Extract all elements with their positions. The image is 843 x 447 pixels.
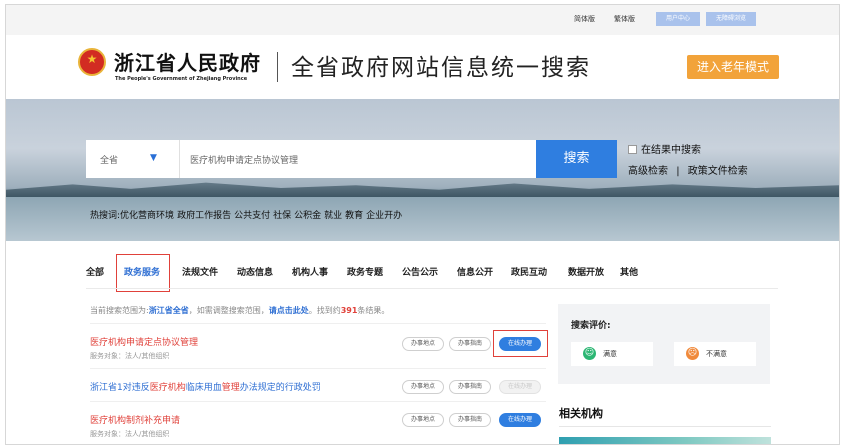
tab-interaction[interactable]: 政民互动 bbox=[511, 265, 547, 278]
hot-term[interactable]: 公积金 bbox=[294, 211, 321, 221]
in-result-checkbox[interactable] bbox=[628, 145, 637, 154]
related-institutions-title: 相关机构 bbox=[559, 407, 603, 420]
result-title-text: 浙江省1对违反 bbox=[90, 383, 150, 393]
banner-hills bbox=[6, 182, 839, 197]
found-prefix: 。找到约 bbox=[308, 306, 341, 315]
row-divider bbox=[90, 368, 546, 369]
traditional-link[interactable]: 繁体版 bbox=[614, 14, 635, 24]
header-divider bbox=[277, 52, 278, 82]
related-divider bbox=[559, 426, 771, 427]
tab-gov-services[interactable]: 政务服务 bbox=[124, 265, 160, 278]
top-utility-bar: 简体版 繁体版 用户中心 无障碍浏览 bbox=[6, 5, 839, 35]
hot-term[interactable]: 优化营商环境 bbox=[120, 211, 174, 221]
hot-label: 热搜词: bbox=[90, 211, 121, 221]
tab-personnel[interactable]: 机构人事 bbox=[292, 265, 328, 278]
result-count: 391 bbox=[340, 306, 358, 315]
result-title-text: 办法规定的行政处罚 bbox=[239, 383, 321, 393]
scope-select[interactable]: 全省 ▼ bbox=[86, 140, 180, 178]
site-header: ★ 浙江省人民政府 The People's Government of Zhe… bbox=[6, 35, 839, 103]
evaluation-title: 搜索评价: bbox=[571, 321, 611, 331]
advanced-links: 高级检索 | 政策文件检索 bbox=[628, 162, 748, 177]
change-scope-link[interactable]: 请点击此处 bbox=[269, 306, 309, 315]
online-service-button[interactable]: 在线办理 bbox=[499, 413, 541, 427]
page-title: 全省政府网站信息统一搜索 bbox=[291, 55, 591, 81]
user-center-button[interactable]: 用户中心 bbox=[656, 12, 700, 26]
search-scope-info: 当前搜索范围为:浙江省全省，如需调整搜索范围，请点击此处。找到约391条结果。 bbox=[90, 305, 389, 316]
found-suffix: 条结果。 bbox=[357, 306, 390, 315]
satisfied-label: 满意 bbox=[603, 350, 617, 358]
service-guide-button[interactable]: 办事指南 bbox=[449, 380, 491, 394]
search-input[interactable]: 医疗机构申请定点协议管理 bbox=[190, 153, 298, 166]
result-audience: 服务对象：法人/其他组织 bbox=[90, 430, 170, 438]
result-title-highlight: 医疗机构 bbox=[149, 383, 186, 393]
hot-search-terms: 热搜词:优化营商环境 政府工作报告 公共支付 社保 公积金 就业 教育 企业开办 bbox=[90, 208, 405, 221]
accessible-mode-button[interactable]: 无障碍浏览 bbox=[706, 12, 756, 26]
tabs-divider bbox=[86, 288, 778, 289]
result-title-highlight: 制剂补充申请 bbox=[126, 416, 181, 426]
elder-mode-button[interactable]: 进入老年模式 bbox=[687, 55, 779, 79]
unsatisfied-label: 不满意 bbox=[706, 350, 727, 358]
tab-topics[interactable]: 政务专题 bbox=[347, 265, 383, 278]
result-title-highlight: 医疗机构 bbox=[90, 416, 127, 426]
tab-other[interactable]: 其他 bbox=[620, 265, 638, 278]
policy-search-link[interactable]: 政策文件检索 bbox=[688, 162, 748, 177]
hot-term[interactable]: 企业开办 bbox=[366, 211, 402, 221]
site-name-english: The People's Government of Zhejiang Prov… bbox=[115, 76, 248, 82]
search-button[interactable]: 搜索 bbox=[536, 140, 617, 178]
search-evaluation-panel: 搜索评价: ☺ 满意 ☹ 不满意 bbox=[558, 304, 770, 384]
in-result-option[interactable]: 在结果中搜索 bbox=[628, 141, 701, 156]
tab-announcements[interactable]: 公告公示 bbox=[402, 265, 438, 278]
smile-icon: ☺ bbox=[583, 347, 596, 360]
satisfied-button[interactable]: ☺ 满意 bbox=[571, 342, 653, 366]
hot-term[interactable]: 公共支付 bbox=[234, 211, 270, 221]
scope-value: 全省 bbox=[100, 156, 119, 166]
hot-term[interactable]: 教育 bbox=[345, 211, 363, 221]
office-location-button[interactable]: 办事地点 bbox=[402, 337, 444, 351]
online-button-highlight-box bbox=[493, 330, 548, 357]
tab-open-data[interactable]: 数据开放 bbox=[568, 265, 604, 278]
frown-icon: ☹ bbox=[686, 347, 699, 360]
result-title-highlight: 管理 bbox=[221, 383, 240, 393]
online-service-button-disabled: 在线办理 bbox=[499, 380, 541, 394]
result-audience: 服务对象：法人/其他组织 bbox=[90, 352, 170, 360]
link-separator: | bbox=[676, 166, 680, 177]
office-location-button[interactable]: 办事地点 bbox=[402, 413, 444, 427]
row-divider bbox=[90, 323, 546, 324]
service-guide-button[interactable]: 办事指南 bbox=[449, 337, 491, 351]
tab-disclosure[interactable]: 信息公开 bbox=[457, 265, 493, 278]
result-title-text: 临床用血 bbox=[185, 383, 222, 393]
browser-page: 简体版 繁体版 用户中心 无障碍浏览 ★ 浙江省人民政府 The People'… bbox=[5, 4, 840, 445]
site-name[interactable]: 浙江省人民政府 bbox=[114, 47, 261, 76]
advanced-search-link[interactable]: 高级检索 bbox=[628, 162, 668, 177]
hot-term[interactable]: 就业 bbox=[324, 211, 342, 221]
in-result-label: 在结果中搜索 bbox=[641, 145, 701, 156]
office-location-button[interactable]: 办事地点 bbox=[402, 380, 444, 394]
scope-prefix: 当前搜索范围为: bbox=[90, 306, 149, 315]
service-guide-button[interactable]: 办事指南 bbox=[449, 413, 491, 427]
hot-term[interactable]: 社保 bbox=[273, 211, 291, 221]
row-divider bbox=[90, 401, 546, 402]
tab-news[interactable]: 动态信息 bbox=[237, 265, 273, 278]
related-institution-image[interactable] bbox=[559, 437, 771, 444]
hot-term[interactable]: 政府工作报告 bbox=[177, 211, 231, 221]
simplified-link[interactable]: 简体版 bbox=[574, 14, 595, 24]
scope-mid: ，如需调整搜索范围， bbox=[188, 306, 269, 315]
result-title-highlight: 医疗机构申请定点协议管理 bbox=[90, 338, 199, 348]
unsatisfied-button[interactable]: ☹ 不满意 bbox=[674, 342, 756, 366]
tab-regulations[interactable]: 法规文件 bbox=[182, 265, 218, 278]
caret-down-icon: ▼ bbox=[150, 153, 157, 163]
national-emblem-icon: ★ bbox=[78, 48, 106, 76]
scope-name: 浙江省全省 bbox=[148, 306, 189, 315]
tab-all[interactable]: 全部 bbox=[86, 265, 104, 278]
